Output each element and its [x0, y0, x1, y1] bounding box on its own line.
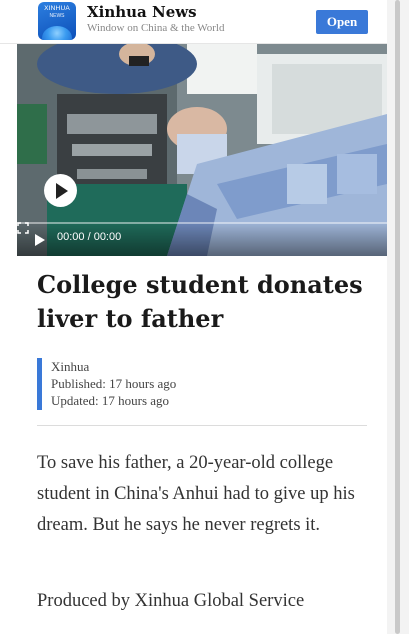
app-name: Xinhua News — [87, 3, 197, 21]
open-app-button[interactable]: Open — [316, 10, 368, 34]
logo-subtext: NEWS — [49, 12, 65, 19]
published-time: Published: 17 hours ago — [51, 376, 177, 391]
video-player[interactable]: 00:00 / 00:00 — [17, 44, 387, 256]
article-credit: Produced by Xinhua Global Service — [37, 591, 305, 611]
article-body: To save his father, a 20-year-old colleg… — [37, 453, 355, 535]
video-controls: 00:00 / 00:00 — [17, 222, 387, 256]
time-display: 00:00 / 00:00 — [57, 231, 122, 243]
scrollbar-thumb[interactable] — [395, 0, 400, 634]
article-source: Xinhua — [51, 359, 90, 374]
app-download-banner: XINHUA NEWS Xinhua News Window on China … — [0, 0, 387, 44]
xinhua-logo[interactable]: XINHUA NEWS — [38, 2, 76, 40]
article-headline: College student donates liver to father — [37, 270, 363, 333]
page-scrollbar[interactable] — [387, 0, 409, 634]
updated-time: Updated: 17 hours ago — [51, 393, 170, 408]
play-icon — [56, 182, 68, 199]
play-icon[interactable] — [35, 234, 45, 246]
globe-graphic — [42, 26, 72, 40]
fullscreen-icon[interactable] — [17, 222, 29, 234]
logo-text: XINHUA — [44, 5, 70, 12]
article-meta: Xinhua Published: 17 hours ago Updated: … — [37, 358, 357, 410]
video-progress-bar[interactable] — [17, 222, 387, 224]
big-play-button[interactable] — [44, 174, 77, 207]
divider — [37, 425, 367, 426]
app-tagline: Window on China & the World — [87, 22, 225, 34]
